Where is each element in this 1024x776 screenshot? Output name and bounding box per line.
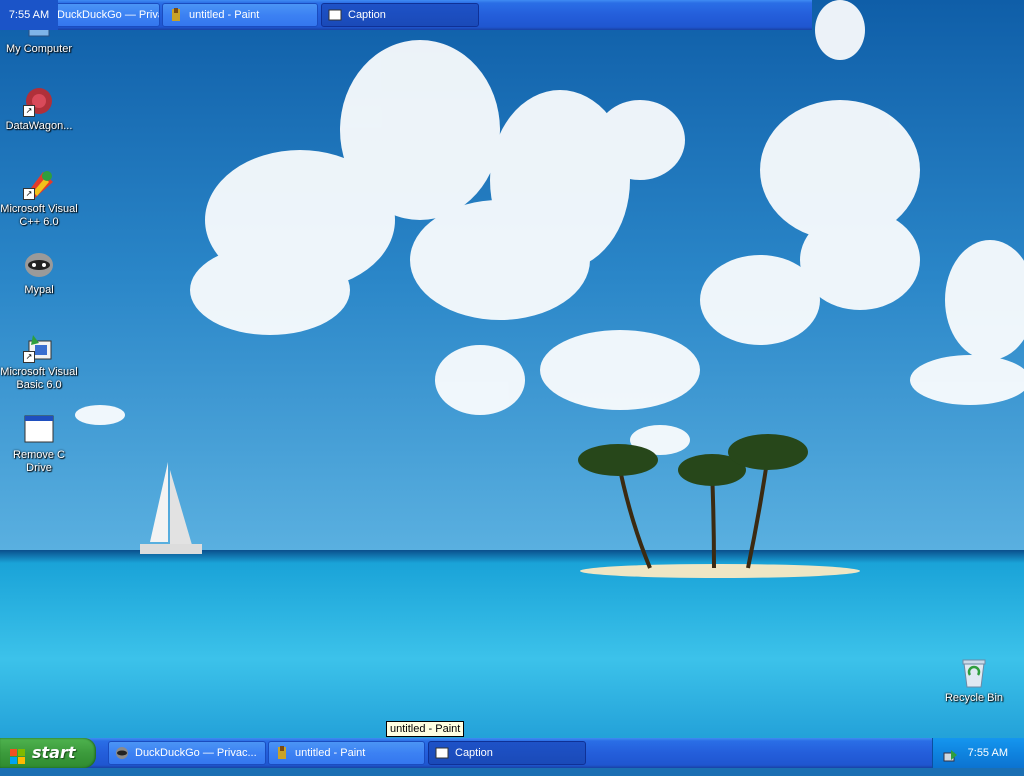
task-button-label: untitled - Paint — [295, 747, 366, 759]
shortcut-arrow-icon: ↗ — [23, 105, 35, 117]
desktop-wallpaper — [0, 0, 1024, 768]
icon-label: My Computer — [5, 43, 73, 55]
paint-icon — [169, 8, 183, 22]
start-button[interactable]: start — [0, 738, 96, 768]
recycle-bin-icon — [958, 657, 990, 689]
msvb-icon-item[interactable]: ↗ Microsoft Visual Basic 6.0 — [0, 331, 78, 392]
icon-label: Microsoft Visual Basic 6.0 — [0, 366, 78, 391]
start-label: start — [32, 743, 76, 762]
icon-label: DataWagon... — [5, 120, 73, 132]
network-icon[interactable] — [943, 746, 957, 762]
mypal-icon-item[interactable]: Mypal — [0, 249, 78, 297]
duckduckgo-icon — [115, 746, 129, 760]
task-button-duckduckgo-top[interactable]: DuckDuckGo — Privac... — [40, 3, 160, 27]
task-button-label: untitled - Paint — [189, 9, 260, 21]
taskbar-clock[interactable]: 7:55 AM — [968, 738, 1008, 768]
icon-label: Microsoft Visual C++ 6.0 — [0, 203, 78, 228]
mypal-raccoon-icon — [23, 249, 55, 281]
taskbar-tooltip: untitled - Paint — [386, 721, 465, 737]
task-button-caption-top[interactable]: Caption — [321, 3, 479, 27]
top-taskbar: DuckDuckGo — Privac... untitled - Paint … — [0, 0, 812, 30]
icon-label: Mypal — [24, 284, 54, 296]
system-tray: 7:55 AM — [932, 738, 1024, 768]
task-button-label: Caption — [455, 747, 493, 759]
window-icon — [435, 746, 449, 760]
task-button-caption[interactable]: Caption — [428, 741, 586, 765]
paint-icon — [275, 746, 289, 760]
visual-cpp-icon: ↗ — [23, 168, 55, 200]
windows-flag-icon — [10, 745, 26, 764]
window-app-icon — [23, 414, 55, 446]
recycle-bin-icon-item[interactable]: Recycle Bin — [935, 657, 1013, 705]
datawagon-icon: ↗ — [23, 85, 55, 117]
visual-basic-icon: ↗ — [23, 331, 55, 363]
shortcut-arrow-icon: ↗ — [23, 188, 35, 200]
datawagon-icon-item[interactable]: ↗ DataWagon... — [0, 85, 78, 133]
my-computer-icon-item[interactable]: My Computer — [0, 25, 78, 56]
window-icon — [328, 8, 342, 22]
task-button-paint-top[interactable]: untitled - Paint — [162, 3, 318, 27]
top-clock: 7:55 AM — [0, 0, 58, 30]
shortcut-arrow-icon: ↗ — [23, 351, 35, 363]
taskbar: start DuckDuckGo — Privac... untitled - … — [0, 738, 1024, 768]
task-button-label: DuckDuckGo — Privac... — [135, 747, 257, 759]
task-button-paint[interactable]: untitled - Paint — [268, 741, 425, 765]
task-button-label: Caption — [348, 9, 386, 21]
icon-label: Recycle Bin — [944, 692, 1004, 704]
icon-label: Remove C Drive — [13, 449, 65, 474]
task-button-label: DuckDuckGo — Privac... — [57, 9, 159, 21]
msvc-icon-item[interactable]: ↗ Microsoft Visual C++ 6.0 — [0, 168, 78, 229]
task-button-duckduckgo[interactable]: DuckDuckGo — Privac... — [108, 741, 266, 765]
remove-c-drive-icon-item[interactable]: Remove C Drive — [0, 414, 78, 475]
